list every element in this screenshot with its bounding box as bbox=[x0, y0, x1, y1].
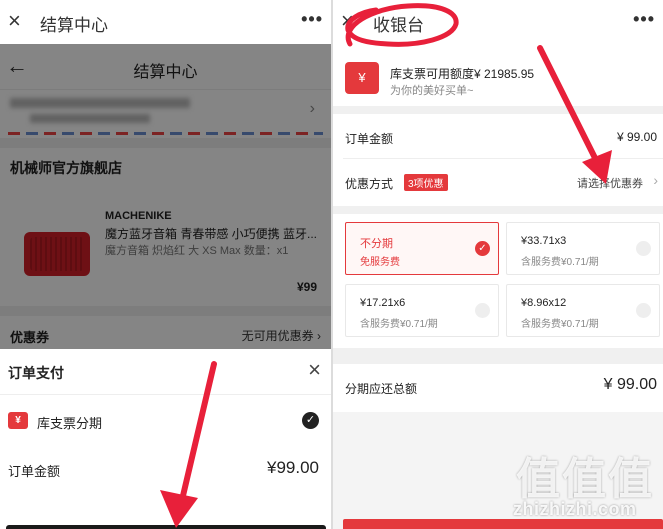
plan-option[interactable]: ¥8.96x12 含服务费¥0.71/期 bbox=[506, 284, 660, 337]
order-amount-label: 订单金额 bbox=[345, 132, 394, 146]
plan-option[interactable]: 不分期 免服务费 ✓ bbox=[345, 222, 499, 275]
address-blurred-line bbox=[30, 114, 150, 123]
product-name: 魔方蓝牙音箱 青春带感 小巧便携 蓝牙... bbox=[105, 227, 318, 241]
watermark-logo: 值值值 bbox=[516, 455, 654, 504]
pay-button[interactable] bbox=[6, 525, 326, 529]
radio-icon[interactable] bbox=[475, 303, 490, 318]
product-image bbox=[24, 232, 90, 276]
plan-subtitle: 含服务费¥0.71/期 bbox=[521, 319, 599, 330]
plan-title: ¥33.71x3 bbox=[521, 235, 567, 247]
plan-title: 不分期 bbox=[360, 238, 393, 250]
confirm-pay-button[interactable] bbox=[343, 519, 663, 529]
plan-subtitle: 免服务费 bbox=[360, 257, 400, 268]
installment-total: 分期应还总额 ¥ 99.00 bbox=[333, 364, 663, 412]
radio-icon[interactable] bbox=[636, 241, 651, 256]
coupon-label: 优惠券 bbox=[10, 330, 50, 345]
address-section[interactable]: › bbox=[0, 90, 331, 136]
payment-sheet: 订单支付 × ¥ 库支票分期 ✓ 订单金额 ¥99.00 bbox=[0, 349, 331, 529]
left-screen: × 结算中心 ••• ← 结算中心 › 机械师官方旗舰店 MACHENIKE 魔… bbox=[0, 0, 331, 529]
discount-badge: 3项优惠 bbox=[404, 174, 448, 191]
total-amount: ¥ 99.00 bbox=[603, 376, 657, 393]
credit-limit-text: 库支票可用额度¥ 21985.95 bbox=[390, 67, 535, 81]
check-icon[interactable]: ✓ bbox=[302, 412, 319, 429]
order-amount-label: 订单金额 bbox=[8, 464, 61, 479]
plan-option[interactable]: ¥17.21x6 含服务费¥0.71/期 bbox=[345, 284, 499, 337]
close-icon[interactable]: × bbox=[341, 10, 361, 32]
ticket-icon: ¥ bbox=[8, 412, 28, 429]
order-info: 订单金额 ¥ 99.00 优惠方式 3项优惠 请选择优惠券 › bbox=[333, 114, 663, 206]
checkout-header: ← 结算中心 bbox=[0, 44, 331, 90]
order-amount-value: ¥ 99.00 bbox=[616, 130, 657, 144]
total-label: 分期应还总额 bbox=[345, 382, 418, 396]
address-blurred-line bbox=[10, 98, 190, 108]
product-spec: 魔方音箱 炽焰红 大 XS Max 数量：x1 bbox=[105, 245, 289, 257]
more-menu-icon[interactable]: ••• bbox=[301, 9, 323, 30]
right-topbar: × 收银台 ••• bbox=[333, 0, 663, 44]
check-icon[interactable]: ✓ bbox=[475, 241, 490, 256]
shop-name: 机械师官方旗舰店 bbox=[10, 160, 122, 176]
select-coupon-link[interactable]: 请选择优惠券 bbox=[577, 175, 643, 191]
plan-subtitle: 含服务费¥0.71/期 bbox=[360, 319, 438, 330]
right-screen: × 收银台 ••• ¥ 库支票可用额度¥ 21985.95 为你的美好买单~ 订… bbox=[333, 0, 663, 529]
cashier-title: 收银台 bbox=[373, 16, 424, 35]
checkout-page-dimmed: ← 结算中心 › 机械师官方旗舰店 MACHENIKE 魔方蓝牙音箱 青春带感 … bbox=[0, 44, 331, 349]
product-price: ¥99 bbox=[296, 280, 317, 294]
more-menu-icon[interactable]: ••• bbox=[633, 9, 655, 30]
chevron-right-icon: › bbox=[309, 100, 315, 117]
checkout-title: 结算中心 bbox=[133, 64, 198, 81]
watermark-text: zhizhizhi.com bbox=[513, 499, 637, 519]
radio-icon[interactable] bbox=[636, 303, 651, 318]
plan-subtitle: 含服务费¥0.71/期 bbox=[521, 257, 599, 268]
discount-label: 优惠方式 bbox=[345, 177, 394, 191]
payment-sheet-title: 订单支付 bbox=[8, 365, 64, 381]
plan-title: ¥8.96x12 bbox=[521, 297, 567, 309]
coupon-value[interactable]: 无可用优惠券 › bbox=[242, 327, 321, 344]
close-icon[interactable]: × bbox=[8, 10, 28, 32]
ticket-icon: ¥ bbox=[345, 62, 379, 94]
plan-option[interactable]: ¥33.71x3 含服务费¥0.71/期 bbox=[506, 222, 660, 275]
page-title: 结算中心 bbox=[40, 16, 108, 35]
payment-method-name[interactable]: 库支票分期 bbox=[37, 413, 102, 432]
chevron-right-icon[interactable]: › bbox=[653, 172, 658, 188]
close-icon[interactable]: × bbox=[308, 357, 321, 383]
order-amount-value: ¥99.00 bbox=[267, 458, 319, 477]
left-topbar: × 结算中心 ••• bbox=[0, 0, 331, 44]
credit-subtitle: 为你的美好买单~ bbox=[390, 85, 474, 97]
address-stripe bbox=[8, 132, 323, 135]
product-brand: MACHENIKE bbox=[105, 210, 172, 222]
plan-title: ¥17.21x6 bbox=[360, 297, 406, 309]
installment-plans: 不分期 免服务费 ✓ ¥33.71x3 含服务费¥0.71/期 ¥17.21x6… bbox=[333, 214, 663, 348]
credit-card-section: ¥ 库支票可用额度¥ 21985.95 为你的美好买单~ bbox=[333, 44, 663, 106]
